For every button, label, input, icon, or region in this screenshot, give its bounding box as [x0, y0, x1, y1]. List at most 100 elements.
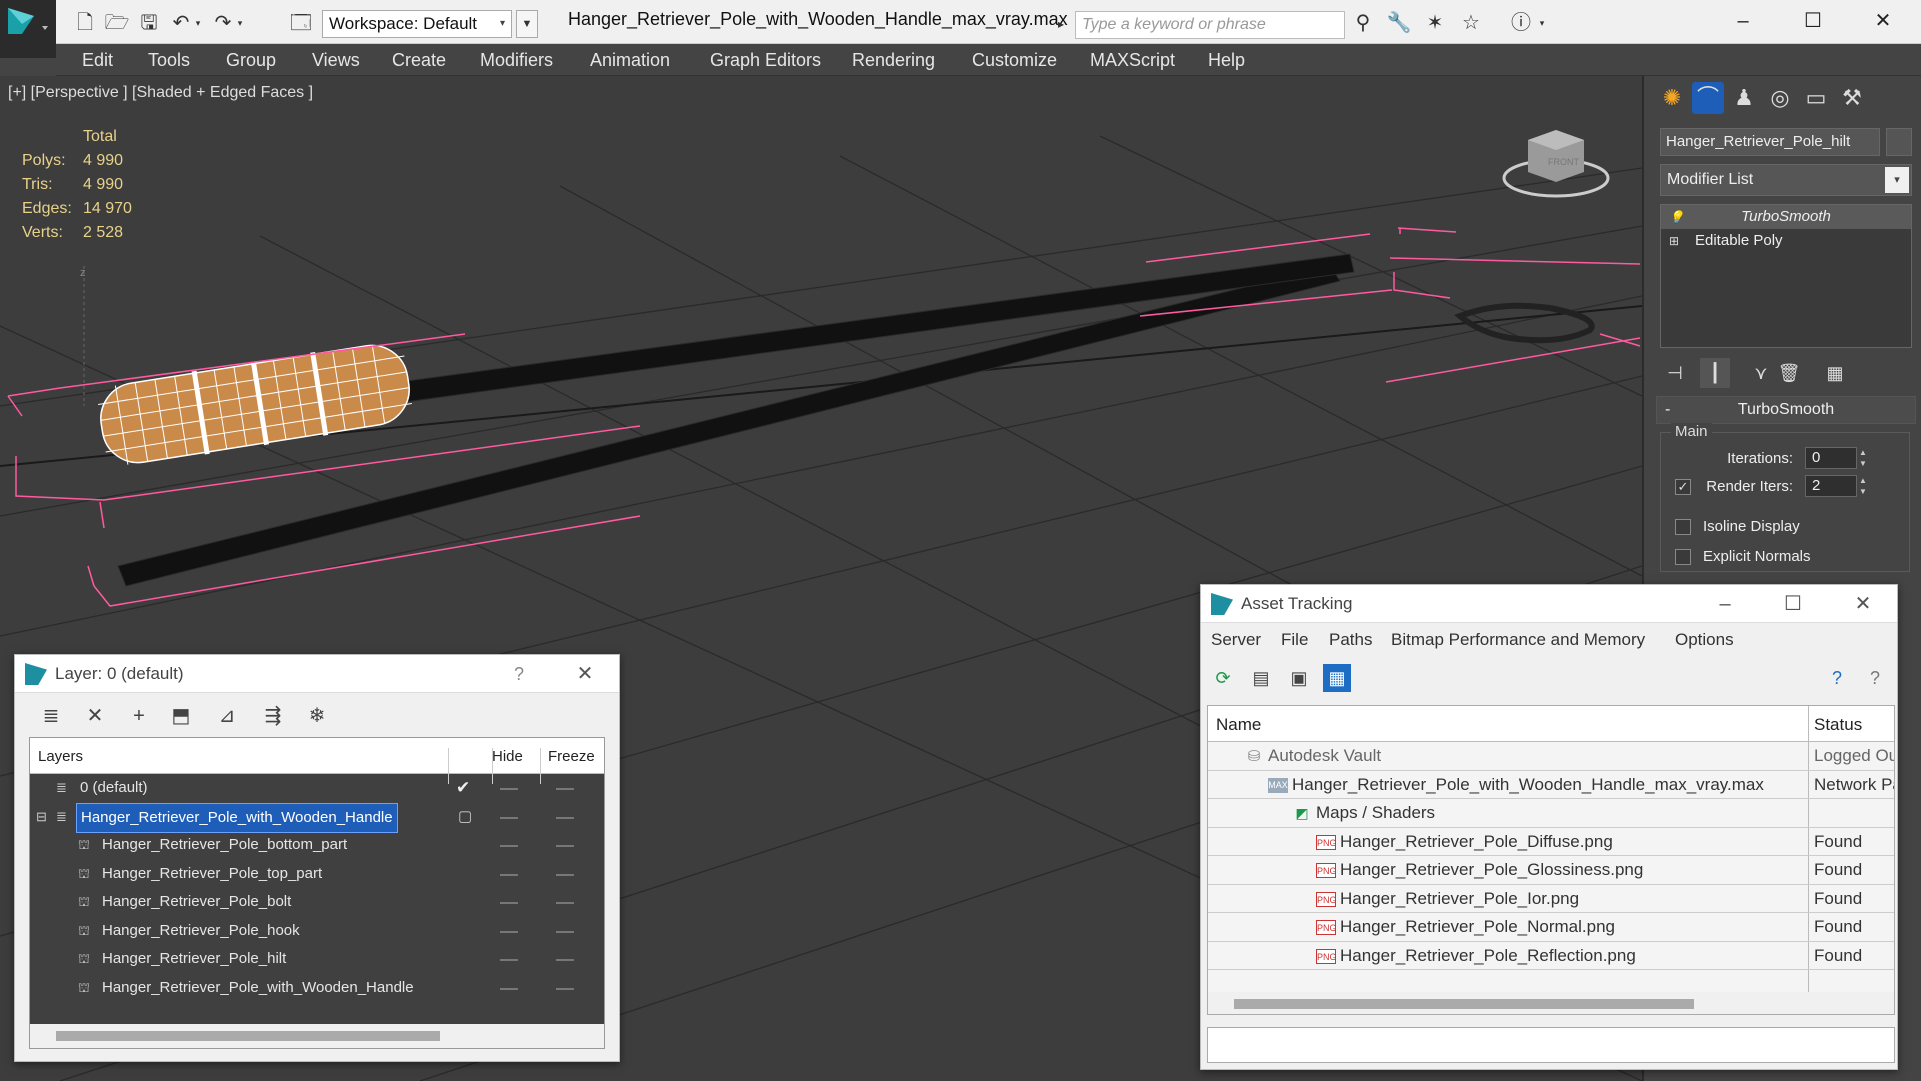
asset-menu-bitmap-performance[interactable]: Bitmap Performance and Memory [1391, 630, 1645, 650]
open-folder-icon[interactable]: 🗁 [104, 10, 130, 36]
status-column-header[interactable]: Status [1814, 715, 1862, 735]
help-question-icon[interactable]: ? [1823, 664, 1851, 692]
close-button[interactable]: ✕ [1858, 6, 1908, 36]
freeze-toggle[interactable] [556, 987, 574, 990]
utilities-tab-hammer-icon[interactable]: ⚒ [1836, 82, 1868, 114]
close-button[interactable]: ✕ [567, 659, 603, 689]
hide-toggle[interactable] [500, 930, 518, 933]
asset-row[interactable]: PNG Hanger_Retriever_Pole_Normal.png Fou… [1208, 913, 1894, 942]
maximize-button[interactable]: ☐ [1775, 589, 1811, 619]
configure-modifier-sets-icon[interactable]: ▦ [1820, 358, 1850, 388]
asset-menu-options[interactable]: Options [1675, 630, 1734, 650]
layer-row[interactable]: ⛫ Hanger_Retriever_Pole_hook [30, 917, 604, 946]
asset-row[interactable]: PNG Hanger_Retriever_Pole_Diffuse.png Fo… [1208, 828, 1894, 856]
hide-toggle[interactable] [500, 816, 518, 819]
menu-create[interactable]: Create [392, 50, 446, 71]
horizontal-scrollbar[interactable] [1208, 992, 1894, 1014]
layer-row[interactable]: ⛫ Hanger_Retriever_Pole_bolt [30, 888, 604, 917]
explicit-normals-checkbox[interactable] [1675, 549, 1691, 565]
layer-window-titlebar[interactable]: Layer: 0 (default) ? ✕ [15, 655, 619, 693]
layer-row[interactable]: ⛫ Hanger_Retriever_Pole_top_part [30, 860, 604, 889]
make-unique-icon[interactable]: ⋎ [1746, 358, 1776, 388]
pin-stack-icon[interactable]: ⊣ [1660, 358, 1690, 388]
redo-dropdown-icon[interactable]: ▾ [234, 10, 246, 36]
menu-views[interactable]: Views [312, 50, 360, 71]
workspace-menu-button[interactable]: ▼ [516, 10, 538, 38]
help-dropdown-icon[interactable]: ▾ [1536, 10, 1548, 36]
app-logo-menu-button[interactable] [0, 0, 56, 58]
asset-row[interactable]: MAX Hanger_Retriever_Pole_with_Wooden_Ha… [1208, 771, 1894, 799]
refresh-icon[interactable]: ⟳ [1209, 664, 1237, 692]
new-file-icon[interactable]: 🗋 [72, 10, 98, 36]
undo-dropdown-icon[interactable]: ▾ [192, 10, 204, 36]
freeze-toggle[interactable] [556, 788, 574, 790]
stack-item-editable-poly[interactable]: ⊞ Editable Poly [1661, 229, 1911, 253]
delete-layer-icon[interactable]: ✕ [81, 702, 109, 730]
minimize-button[interactable]: – [1718, 6, 1768, 36]
freeze-toggle[interactable] [556, 816, 574, 819]
hide-column-header[interactable]: Hide [492, 748, 523, 765]
undo-icon[interactable]: ↶ [168, 10, 194, 36]
menu-rendering[interactable]: Rendering [852, 50, 935, 71]
project-folder-icon[interactable]: 🗔 [288, 10, 314, 36]
layers-column-header[interactable]: Layers [38, 748, 83, 765]
help-button[interactable]: ? [501, 659, 537, 689]
render-iters-spinner[interactable]: 2 [1805, 475, 1857, 497]
help-icon[interactable]: ⓘ [1508, 10, 1534, 36]
highlight-selected-icon[interactable]: ⊿ [213, 702, 241, 730]
menu-maxscript[interactable]: MAXScript [1090, 50, 1175, 71]
layer-row[interactable]: ≣ 0 (default) ✔ [30, 774, 604, 803]
hierarchy-tab-icon[interactable]: ♟ [1728, 82, 1760, 114]
save-icon[interactable]: 🖫 [136, 10, 162, 36]
show-end-result-icon[interactable]: ┃ [1700, 358, 1730, 388]
lightbulb-icon[interactable]: 💡 [1669, 205, 1684, 229]
redo-icon[interactable]: ↷ [210, 10, 236, 36]
menu-animation[interactable]: Animation [590, 50, 670, 71]
name-column-header[interactable]: Name [1216, 715, 1261, 735]
object-color-swatch[interactable] [1886, 128, 1912, 156]
hide-toggle[interactable] [500, 873, 518, 876]
asset-menu-file[interactable]: File [1281, 630, 1308, 650]
stack-item-turbosmooth[interactable]: 💡 TurboSmooth [1661, 205, 1911, 229]
hide-toggle[interactable] [500, 788, 518, 790]
spinner-arrows-icon[interactable]: ▲ ▼ [1859, 475, 1867, 497]
modify-tab-curve-icon[interactable]: ⌒ [1692, 82, 1724, 114]
favorites-star-icon[interactable]: ☆ [1458, 10, 1484, 36]
maximize-button[interactable]: ☐ [1788, 6, 1838, 36]
search-input[interactable]: Type a keyword or phrase [1075, 11, 1345, 39]
asset-window-titlebar[interactable]: Asset Tracking – ☐ ✕ [1201, 585, 1897, 623]
table-view-icon[interactable]: ▦ [1323, 664, 1351, 692]
layer-row[interactable]: ⊟ ≣ Hanger_Retriever_Pole_with_Wooden_Ha… [30, 802, 604, 833]
hide-toggle[interactable] [500, 987, 518, 990]
freeze-all-layers-icon[interactable]: ❄ [303, 702, 331, 730]
modifier-list-dropdown[interactable]: Modifier List ▾ [1660, 164, 1912, 196]
freeze-toggle[interactable] [556, 845, 574, 847]
scrollbar-thumb[interactable] [1234, 999, 1694, 1009]
help-settings-icon[interactable]: ? [1861, 664, 1889, 692]
motion-tab-icon[interactable]: ◎ [1764, 82, 1796, 114]
layer-row[interactable]: ⛫ Hanger_Retriever_Pole_hilt [30, 945, 604, 974]
communication-icon[interactable]: ✶ [1422, 10, 1448, 36]
freeze-toggle[interactable] [556, 902, 574, 904]
asset-menu-paths[interactable]: Paths [1329, 630, 1372, 650]
asset-path-field[interactable] [1207, 1027, 1895, 1063]
hide-all-layers-icon[interactable]: ⇶ [259, 702, 287, 730]
expand-plus-icon[interactable]: ⊞ [1669, 229, 1679, 253]
asset-row[interactable]: PNG Hanger_Retriever_Pole_Glossiness.png… [1208, 856, 1894, 885]
hide-toggle[interactable] [500, 845, 518, 847]
freeze-toggle[interactable] [556, 873, 574, 876]
add-to-layer-icon[interactable]: + [125, 702, 153, 730]
minimize-button[interactable]: – [1707, 589, 1743, 619]
menu-help[interactable]: Help [1208, 50, 1245, 71]
layer-row[interactable]: ⛫ Hanger_Retriever_Pole_with_Wooden_Hand… [30, 974, 604, 1003]
iterations-spinner[interactable]: 0 [1805, 447, 1857, 469]
isoline-checkbox[interactable] [1675, 519, 1691, 535]
freeze-toggle[interactable] [556, 959, 574, 961]
display-tab-monitor-icon[interactable]: ▭ [1800, 82, 1832, 114]
workspace-dropdown[interactable]: Workspace: Default ▾ [322, 10, 512, 38]
asset-row[interactable]: ⛁ Autodesk Vault Logged Out [1208, 742, 1894, 771]
search-expand-icon[interactable]: ▸ [1058, 12, 1070, 36]
menu-edit[interactable]: Edit [82, 50, 113, 71]
freeze-column-header[interactable]: Freeze [548, 748, 595, 765]
menu-modifiers[interactable]: Modifiers [480, 50, 553, 71]
